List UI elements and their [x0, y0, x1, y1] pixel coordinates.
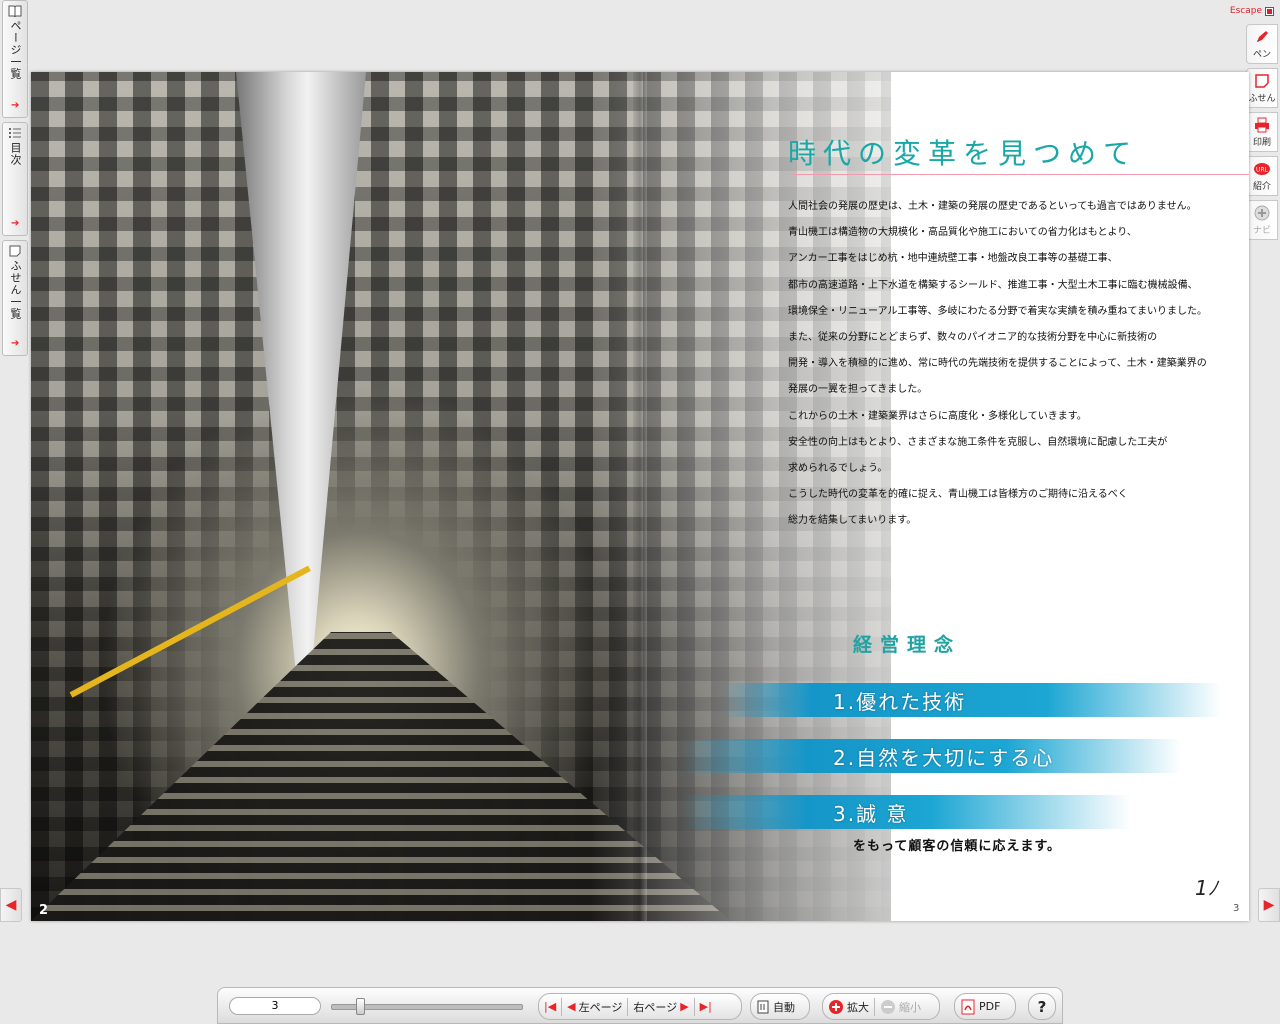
note-icon: [9, 245, 21, 257]
zoom-out-label: 縮小: [899, 1000, 921, 1014]
tab-sticky-list[interactable]: ふせん一覧 ➔: [2, 240, 28, 356]
help-group: ?: [1028, 993, 1056, 1020]
book-spread[interactable]: 時代の変革を見つめて 人間社会の発展の歴史は、土木・建築の発展の歴史であるといっ…: [31, 72, 1249, 921]
expand-arrow-icon[interactable]: ➔: [11, 100, 19, 111]
auto-group: 自動: [750, 993, 810, 1020]
prev-page-arrow[interactable]: ◀: [0, 888, 22, 922]
philosophy-title: 経営理念: [853, 634, 962, 656]
list-icon: [9, 128, 21, 138]
left-page-label: 左ページ: [578, 1000, 623, 1014]
page-number-input[interactable]: [229, 997, 321, 1015]
philosophy-item: 3.誠 意: [681, 795, 1181, 829]
left-arrow-icon: ◀: [567, 1000, 576, 1013]
print-icon: [1255, 117, 1269, 133]
next-page-arrow[interactable]: ▶: [1258, 888, 1280, 922]
tab-contents-label: 目次: [9, 142, 22, 166]
philosophy-item-label: 2.自然を大切にする心: [833, 745, 1055, 770]
escape-button[interactable]: Escape: [1230, 6, 1274, 16]
navi-button[interactable]: ナビ: [1246, 200, 1278, 240]
expand-arrow-icon[interactable]: ➔: [11, 218, 19, 229]
philosophy-item: 2.自然を大切にする心: [681, 739, 1181, 773]
body-line: こうした時代の変革を的確に捉え、青山機工は皆様方のご期待に沿えるべく: [788, 489, 1128, 501]
right-page-button[interactable]: 右ページ ▶: [628, 994, 693, 1019]
body-line: 発展の一翼を担ってきました。: [788, 384, 928, 396]
tab-contents[interactable]: 目次 ➔: [2, 122, 28, 236]
auto-button[interactable]: 自動: [751, 994, 800, 1019]
print-button[interactable]: 印刷: [1246, 112, 1278, 152]
zoom-out-icon: [881, 999, 895, 1014]
body-line: 安全性の向上はもとより、さまざまな施工条件を克服し、自然環境に配慮した工夫が: [788, 436, 1168, 448]
page-heading: 時代の変革を見つめて: [788, 137, 1139, 170]
philosophy-item: 1.優れた技術: [721, 683, 1221, 717]
last-page-icon: ▶|: [699, 1000, 712, 1013]
body-line: また、従来の分野にとどまらず、数々のパイオニア的な技術分野を中心に新技術の: [788, 332, 1158, 344]
first-page-icon: |◀: [544, 1000, 557, 1013]
auto-label: 自動: [773, 1000, 795, 1014]
body-line: 人間社会の発展の歴史は、土木・建築の発展の歴史であるといっても過言ではありません…: [788, 201, 1197, 212]
pdf-button[interactable]: PDF: [955, 994, 1005, 1019]
zoom-in-button[interactable]: 拡大: [823, 994, 874, 1019]
tab-sticky-list-label: ふせん一覧: [9, 260, 22, 320]
heading-underline: [791, 174, 1249, 175]
page-gutter: [633, 72, 647, 921]
tab-page-list-label: ページ一覧: [9, 20, 22, 80]
tab-page-list[interactable]: ページ一覧 ➔: [2, 0, 28, 118]
url-icon: URL: [1254, 163, 1270, 175]
pdf-group: PDF: [954, 993, 1016, 1020]
introduce-label: 紹介: [1252, 182, 1271, 192]
first-page-button[interactable]: |◀: [539, 994, 561, 1019]
right-page-number: 3: [1233, 903, 1240, 914]
body-line: これからの土木・建築業界はさらに高度化・多様化していきます。: [788, 410, 1087, 422]
auto-page-icon: [757, 1000, 769, 1013]
zoom-out-button[interactable]: 縮小: [875, 994, 926, 1019]
right-arrow-icon: ▶: [680, 1000, 689, 1013]
pdf-label: PDF: [979, 1000, 1001, 1013]
zoom-in-icon: [829, 999, 843, 1014]
body-line: 青山機工は構造物の大規模化・高品質化や施工においての省力化はもとより、: [788, 227, 1137, 239]
bottom-toolbar: |◀ ◀左ページ 右ページ▶ ▶| 自動 拡大 縮小 PDF ?: [217, 987, 1063, 1024]
pen-button[interactable]: ペン: [1246, 24, 1278, 64]
philosophy-subtext: をもって顧客の信頼に応えます。: [853, 839, 1062, 854]
navi-label: ナビ: [1252, 226, 1271, 236]
introduce-button[interactable]: URL 紹介: [1246, 156, 1278, 196]
exit-icon: [1265, 6, 1274, 16]
body-line: 環境保全・リニューアル工事等、多岐にわたる分野で着実な実績を積み重ねてまいりまし…: [788, 305, 1207, 317]
body-line: 求められるでしょう。: [788, 463, 888, 475]
right-page-label: 右ページ: [633, 1000, 678, 1014]
body-text: 人間社会の発展の歴史は、土木・建築の発展の歴史であるといっても過言ではありません…: [788, 194, 1228, 535]
left-page-number: 2: [39, 903, 49, 918]
zoom-group: 拡大 縮小: [822, 993, 940, 1020]
page-nav-group: |◀ ◀ 左ページ 右ページ ▶ ▶|: [538, 993, 742, 1020]
svg-text:URL: URL: [1256, 167, 1269, 174]
body-line: 総力を結集してまいります。: [788, 515, 917, 527]
pen-icon: [1257, 31, 1268, 42]
sticky-note-icon: [1255, 74, 1269, 88]
slider-thumb[interactable]: [356, 998, 365, 1015]
zoom-in-label: 拡大: [847, 1000, 869, 1014]
print-label: 印刷: [1252, 138, 1271, 148]
sticky-note-button[interactable]: ふせん: [1246, 68, 1278, 108]
help-icon: ?: [1037, 997, 1047, 1016]
navi-icon: [1254, 205, 1270, 221]
left-page-button[interactable]: ◀ 左ページ: [562, 994, 627, 1019]
body-line: アンカー工事をはじめ杭・地中連続壁工事・地盤改良工事等の基礎工事、: [788, 253, 1118, 265]
book-icon: [8, 5, 22, 17]
expand-arrow-icon[interactable]: ➔: [11, 338, 19, 349]
philosophy-item-label: 3.誠 意: [833, 801, 909, 826]
philosophy-item-label: 1.優れた技術: [833, 689, 967, 714]
pdf-icon: [961, 999, 975, 1014]
help-button[interactable]: ?: [1038, 994, 1047, 1019]
page-slider[interactable]: [331, 998, 523, 1015]
body-line: 都市の高速道路・上下水道を構築するシールド、推進工事・大型土木工事に臨む機械設備…: [788, 279, 1198, 291]
escape-label: Escape: [1229, 6, 1262, 16]
pen-label: ペン: [1252, 50, 1271, 60]
body-line: 開発・導入を積極的に進め、常に時代の先端技術を提供することによって、土木・建築業…: [788, 358, 1207, 370]
sticky-note-label: ふせん: [1248, 94, 1276, 104]
last-page-button[interactable]: ▶|: [695, 994, 717, 1019]
page-signature: 1ﾉ: [1195, 876, 1218, 900]
